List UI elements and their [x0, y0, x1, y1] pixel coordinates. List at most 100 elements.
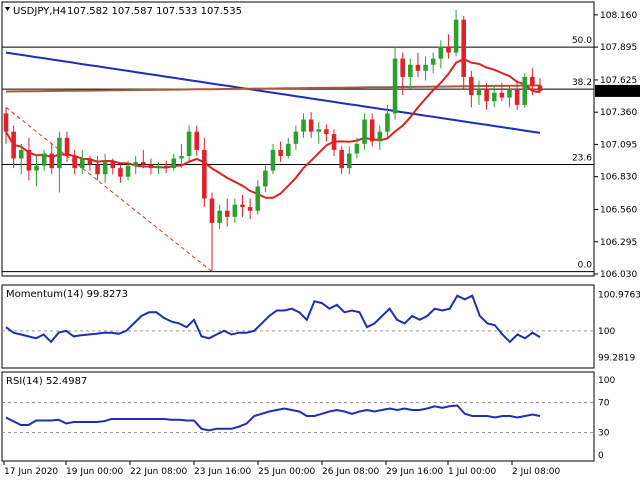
rsi-tick-label: 100: [598, 376, 615, 386]
candle-body: [64, 137, 70, 156]
moving-averages: [5, 51, 541, 199]
candle-body: [202, 149, 207, 199]
price-tick-label: 106.830: [600, 173, 637, 183]
time-tick-label: 23 Jun 16:00: [194, 467, 251, 477]
time-tick-label: 26 Jun 08:00: [322, 467, 379, 477]
candle-body: [171, 158, 177, 169]
candle-body: [369, 119, 375, 142]
usdjpy-chart[interactable]: USDJPY,H4 107.582 107.587 107.533 107.53…: [0, 0, 640, 480]
candle-body: [133, 162, 138, 166]
candle-body: [41, 153, 47, 166]
candle-body: [102, 162, 108, 175]
candle-body: [331, 134, 337, 150]
candle-body: [469, 76, 474, 96]
rsi-tick-label: 30: [598, 429, 610, 439]
momentum-line: 100.9763 100 99.2819: [2, 291, 640, 363]
candle-body: [209, 198, 215, 223]
fib-level-label: 23.6: [572, 154, 592, 164]
candle-body: [316, 129, 322, 132]
candle-body: [293, 131, 299, 144]
momentum-series-line: [5, 294, 541, 344]
price-axis: 108.160 107.895 107.625 107.360 107.095 106.8…: [594, 11, 640, 280]
candle-body: [232, 204, 238, 217]
price-tick-label: 107.625: [600, 76, 637, 86]
sma-mid-line: [5, 51, 541, 134]
candle-body: [453, 19, 459, 53]
time-tick-label: 17 Jun 2020: [4, 467, 58, 477]
candle-body: [354, 143, 360, 154]
fib-level-label: 38.2: [572, 78, 592, 88]
price-tick-label: 106.560: [600, 206, 637, 216]
rsi-tick-label: 0: [598, 451, 604, 461]
collapse-arrow-icon[interactable]: [5, 7, 10, 11]
time-tick-label: 19 Jun 00:00: [66, 467, 123, 477]
candle-body: [446, 46, 451, 53]
momentum-tick-label: 100.9763: [598, 291, 640, 301]
candle-body: [247, 207, 253, 211]
momentum-tick-label: 99.2819: [598, 353, 635, 363]
rsi-tick-label: 70: [598, 399, 610, 409]
candle-body: [423, 64, 428, 71]
candle-body: [240, 204, 245, 208]
candle-body: [26, 149, 32, 171]
candle-body: [186, 131, 192, 156]
candle-body: [491, 92, 497, 102]
sma-slow-line: [5, 84, 541, 93]
time-tick-label: 29 Jun 16:00: [386, 467, 443, 477]
sma-fast-line: [5, 57, 541, 199]
candle-body: [415, 64, 421, 71]
candle-body: [522, 76, 528, 105]
candle-body: [141, 162, 146, 165]
candle-body: [118, 168, 123, 177]
candle-body: [255, 186, 261, 211]
rsi-series-line: [5, 404, 541, 432]
candle-body: [285, 143, 291, 156]
candle-body: [179, 155, 184, 159]
ohlc-quotes: 107.582 107.587 107.533 107.535: [67, 6, 242, 17]
candle-body: [308, 119, 314, 132]
candle-body: [430, 58, 436, 65]
candle-body: [408, 64, 413, 77]
candle-body: [263, 170, 268, 187]
candle-body: [339, 149, 344, 169]
candle-body: [110, 162, 116, 169]
candle-body: [438, 46, 444, 59]
candle-body: [476, 89, 482, 96]
rsi-line: 100 70 30 0: [2, 376, 615, 461]
candle-body: [79, 158, 85, 169]
candle-body: [499, 92, 505, 98]
fibonacci-levels: 50.0 38.2 23.6 0.0: [2, 36, 594, 273]
candle-body: [18, 149, 24, 159]
header: USDJPY,H4 107.582 107.587 107.533 107.53…: [5, 6, 242, 17]
candle-body: [507, 89, 512, 98]
price-tick-label: 106.030: [600, 270, 637, 280]
candle-body: [301, 119, 306, 132]
fib-level-label: 0.0: [578, 261, 593, 271]
time-tick-label: 2 Jul 08:00: [512, 467, 561, 477]
momentum-title: Momentum(14) 99.8273: [6, 289, 128, 300]
candle-body: [530, 76, 535, 86]
candle-body: [461, 19, 467, 77]
price-tick-label: 107.360: [600, 108, 637, 118]
rsi-title: RSI(14) 52.4987: [6, 376, 87, 387]
candle-body: [324, 129, 329, 135]
candle-body: [163, 165, 169, 169]
time-tick-label: 1 Jul 00:00: [448, 467, 497, 477]
candle-body: [392, 58, 398, 114]
symbol-timeframe: USDJPY,H4: [13, 6, 66, 17]
price-tick-label: 108.160: [600, 11, 637, 21]
candle-body: [385, 113, 390, 132]
candle-body: [377, 131, 383, 142]
candle-body: [484, 89, 489, 102]
candle-body: [400, 58, 405, 77]
current-price-label: 107.535: [598, 87, 635, 97]
time-tick-label: 22 Jun 08:00: [130, 467, 187, 477]
time-axis: 17 Jun 2020 19 Jun 00:00 22 Jun 08:00 23 Ju…: [3, 461, 561, 477]
candlesticks: [3, 10, 543, 272]
candle-body: [537, 85, 543, 91]
candle-body: [217, 210, 222, 223]
fib-level-label: 50.0: [572, 36, 592, 46]
fib-trend-line: [5, 106, 213, 272]
candle-body: [49, 153, 55, 169]
candle-body: [270, 149, 276, 171]
